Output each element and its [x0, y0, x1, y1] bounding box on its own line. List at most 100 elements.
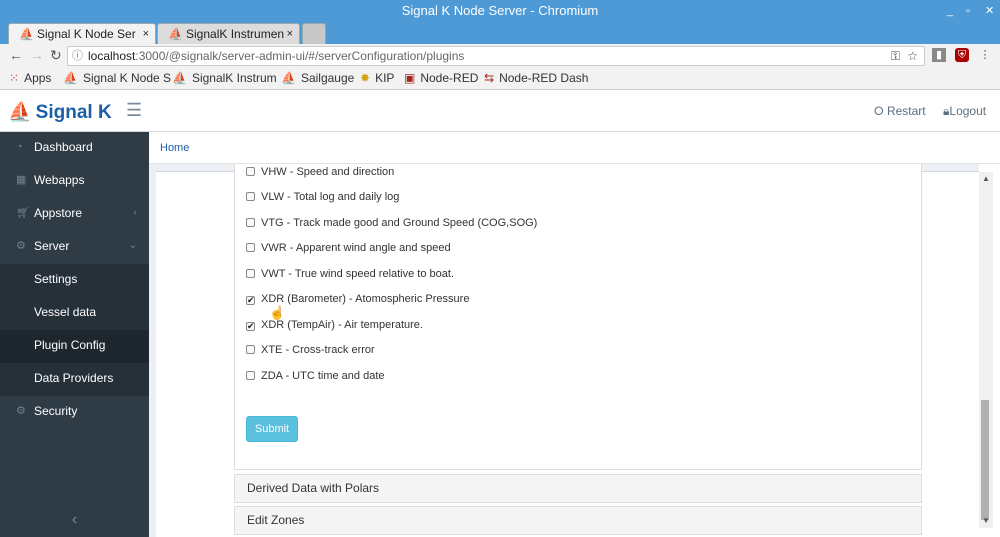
bookmark-star-icon[interactable]: ☆: [907, 47, 918, 65]
key-icon[interactable]: ⚿: [891, 47, 900, 65]
bookmark-apps[interactable]: ⁙ Apps: [9, 71, 51, 85]
sentence-option[interactable]: ZDA - UTC time and date: [246, 370, 385, 382]
bookmark-signalk-instrum[interactable]: ⛵ SignalK Instrum: [172, 71, 277, 85]
sentence-option[interactable]: VLW - Total log and daily log: [246, 191, 399, 203]
reload-icon[interactable]: ↻: [50, 47, 62, 64]
sidebar-item-dashboard[interactable]: ◔ Dashboard: [0, 132, 149, 165]
brand-name: Signal K: [35, 102, 112, 123]
sentence-label: VWT - True wind speed relative to boat.: [261, 268, 454, 280]
signalk-logo[interactable]: ⛵ Signal K: [8, 100, 112, 124]
bookmark-node-red-dash[interactable]: ⇆ Node-RED Dash: [484, 71, 588, 85]
bookmark-sailgauge[interactable]: ⛵ Sailgauge: [281, 71, 354, 85]
signalk-icon: ⛵: [63, 71, 78, 85]
tab-label: Signal K Node Ser: [37, 27, 136, 41]
minimize-icon[interactable]: _: [947, 0, 953, 22]
sidebar-item-data-providers[interactable]: Data Providers: [0, 363, 149, 396]
bookmark-label: Sailgauge: [300, 71, 355, 85]
accordion-edit-zones[interactable]: Edit Zones: [234, 506, 922, 535]
restart-button[interactable]: ⭘ Restart: [874, 104, 926, 119]
checkbox[interactable]: [246, 167, 255, 176]
submit-button[interactable]: Submit: [246, 416, 298, 442]
sentence-label: ZDA - UTC time and date: [261, 370, 385, 382]
restore-icon[interactable]: ▫: [966, 0, 970, 22]
extension-icon[interactable]: ▮: [932, 48, 946, 62]
bookmark-label: SignalK Instrum: [191, 71, 277, 85]
checkbox-checked[interactable]: ✔: [246, 322, 255, 331]
address-bar[interactable]: ⓘ localhost:3000/@signalk/server-admin-u…: [67, 46, 925, 66]
sentence-option[interactable]: ✔ XDR (Barometer) - Atomospheric Pressure: [246, 293, 469, 305]
breadcrumb-home[interactable]: Home: [160, 142, 189, 154]
sentence-label: VLW - Total log and daily log: [261, 191, 400, 203]
checkbox[interactable]: [246, 269, 255, 278]
main-content: VHW - Speed and direction VLW - Total lo…: [149, 164, 979, 537]
bookmark-label: Apps: [24, 71, 52, 85]
node-red-icon: ⇆: [484, 71, 495, 85]
signalk-favicon-icon: ⛵: [19, 27, 34, 41]
apps-grid-icon: ⁙: [9, 71, 20, 85]
checkbox[interactable]: [246, 192, 255, 201]
url-path: :3000/@signalk/server-admin-ui/#/serverC…: [135, 49, 465, 63]
hand-cursor-icon: ☝: [269, 305, 286, 320]
new-tab-button[interactable]: [302, 23, 326, 44]
sentence-label: VWR - Apparent wind angle and speed: [261, 242, 451, 254]
app-header: ⛵ Signal K ☰ ⭘ Restart 🔒︎Logout: [0, 91, 1000, 132]
sidebar-item-server[interactable]: ⚙ Server ⌄: [0, 231, 149, 264]
sidebar-item-appstore[interactable]: 🛒︎ Appstore ‹: [0, 198, 149, 231]
checkbox[interactable]: [246, 371, 255, 380]
page-scrollbar[interactable]: ▲ ▼: [979, 172, 993, 528]
sentence-label: XTE - Cross-track error: [261, 344, 375, 356]
sun-icon: ✸: [360, 71, 371, 85]
forward-icon[interactable]: →: [30, 47, 44, 63]
sidebar-item-security[interactable]: ⚙ Security: [0, 396, 149, 429]
tab-close-icon[interactable]: ×: [143, 24, 149, 44]
checkbox-checked[interactable]: ✔: [246, 296, 255, 305]
bookmarks-bar: ⁙ Apps ⛵ Signal K Node S ⛵ SignalK Instrum …: [0, 68, 1000, 90]
sidebar-item-label: Appstore: [34, 206, 83, 220]
close-window-icon[interactable]: ✕: [985, 0, 994, 22]
tab-strip: ⛵ Signal K Node Ser × ⛵ SignalK Instrume…: [0, 22, 1000, 44]
menu-icon[interactable]: ⋮: [978, 48, 992, 62]
window-title: Signal K Node Server - Chromium: [401, 3, 599, 18]
bookmark-kip[interactable]: ✸ KIP: [360, 71, 394, 85]
sentence-option[interactable]: VHW - Speed and direction: [246, 166, 394, 178]
checkbox[interactable]: [246, 345, 255, 354]
sidebar-item-label: Webapps: [34, 173, 85, 187]
sidebar-collapse-icon[interactable]: ‹: [0, 502, 149, 537]
sidebar-item-settings[interactable]: Settings: [0, 264, 149, 297]
sidebar-item-label: Plugin Config: [34, 338, 106, 352]
sidebar-item-vessel-data[interactable]: Vessel data: [0, 297, 149, 330]
checkbox[interactable]: [246, 218, 255, 227]
ublock-icon[interactable]: ⛨: [955, 48, 969, 62]
info-icon[interactable]: ⓘ: [72, 47, 83, 65]
tab-signalk-node-server[interactable]: ⛵ Signal K Node Ser ×: [8, 23, 156, 44]
back-icon[interactable]: ←: [9, 47, 23, 63]
accordion-derived-data-with-polars[interactable]: Derived Data with Polars: [234, 474, 922, 503]
tab-signalk-instrument[interactable]: ⛵ SignalK Instrumen ×: [157, 23, 300, 44]
sentence-option[interactable]: VTG - Track made good and Ground Speed (…: [246, 217, 537, 229]
scroll-down-icon[interactable]: ▼: [982, 516, 990, 525]
signalk-logo-icon: ⛵: [8, 102, 32, 123]
tab-label: SignalK Instrumen: [186, 27, 285, 41]
breadcrumb: Home: [149, 132, 1000, 164]
scrollbar-thumb[interactable]: [981, 400, 989, 520]
sidebar-item-label: Dashboard: [34, 140, 93, 154]
sentence-label: XDR (Barometer) - Atomospheric Pressure: [261, 293, 470, 305]
sentence-option[interactable]: VWT - True wind speed relative to boat.: [246, 268, 454, 280]
gear-icon: ⚙: [16, 240, 26, 252]
sidebar-item-webapps[interactable]: ▦ Webapps: [0, 165, 149, 198]
bookmark-label: KIP: [375, 71, 395, 85]
checkbox[interactable]: [246, 243, 255, 252]
sidebar-item-plugin-config[interactable]: Plugin Config: [0, 330, 149, 363]
sentence-option[interactable]: VWR - Apparent wind angle and speed: [246, 242, 451, 254]
tab-close-icon[interactable]: ×: [287, 24, 293, 44]
plugin-config-card: VHW - Speed and direction VLW - Total lo…: [156, 164, 979, 537]
sentence-option[interactable]: XTE - Cross-track error: [246, 344, 375, 356]
plugin-settings-panel: VHW - Speed and direction VLW - Total lo…: [234, 164, 922, 470]
bookmark-node-red[interactable]: ▣ Node-RED: [404, 71, 478, 85]
bookmark-signalk-node[interactable]: ⛵ Signal K Node S: [63, 71, 171, 85]
grid-icon: ▦: [16, 174, 27, 186]
hamburger-menu-icon[interactable]: ☰: [126, 100, 142, 121]
signalk-favicon-icon: ⛵: [168, 27, 183, 41]
logout-button[interactable]: 🔒︎Logout: [943, 104, 986, 119]
scroll-up-icon[interactable]: ▲: [982, 174, 990, 183]
